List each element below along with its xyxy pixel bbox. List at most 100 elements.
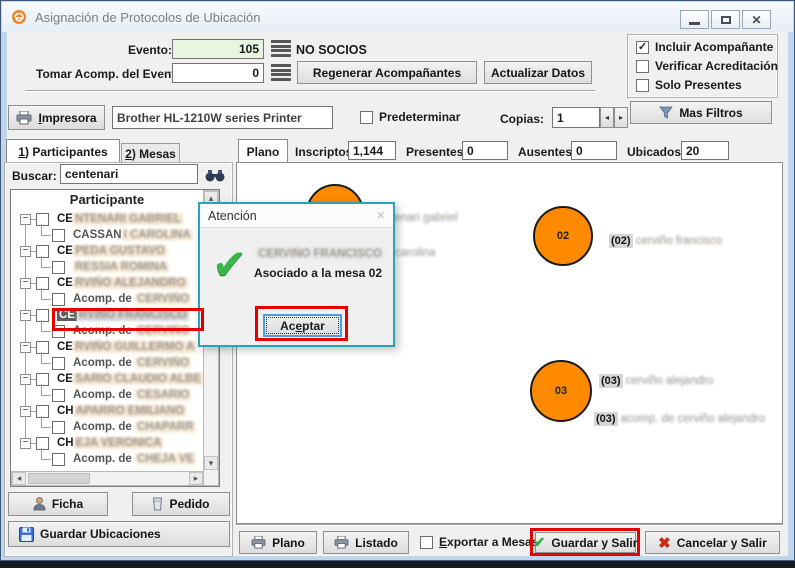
tree-collapse-icon[interactable]: − — [20, 438, 31, 449]
evento-menu-button[interactable] — [271, 39, 291, 58]
tree-row[interactable]: CASSANI CAROLINA — [11, 228, 203, 244]
scroll-left-icon[interactable]: ◂ — [12, 472, 26, 485]
tab-mesas-label: 2) Mesas — [125, 147, 176, 161]
tab-participantes[interactable]: 1) Participantes — [6, 139, 120, 163]
tree-row[interactable]: −CERVIÑO ALEJANDRO — [11, 276, 203, 292]
maximize-button[interactable] — [711, 10, 740, 29]
checkbox-icon[interactable] — [636, 79, 649, 92]
tree-row[interactable]: − CESARIO CLAUDIO ALBE — [11, 372, 203, 388]
bottom-separator — [236, 524, 783, 526]
checkbox-icon[interactable] — [636, 60, 649, 73]
printer-name-field[interactable]: Brother HL-1210W series Printer — [112, 106, 333, 129]
tree-collapse-icon[interactable]: − — [20, 374, 31, 385]
search-button[interactable] — [202, 166, 228, 184]
tree-row[interactable]: RESSIA ROMINA — [11, 260, 203, 276]
search-input[interactable]: centenari — [60, 164, 198, 184]
minimize-icon — [689, 22, 700, 25]
copias-field[interactable]: 1 — [552, 107, 600, 128]
participant-checkbox[interactable] — [52, 421, 65, 434]
scrollbar-thumb[interactable] — [28, 473, 90, 484]
tree-collapse-icon[interactable]: − — [20, 310, 31, 321]
dialog-title: Atención — [208, 209, 257, 223]
actualizar-datos-button[interactable]: Actualizar Datos — [484, 61, 592, 84]
impresora-button[interactable]: Impresora — [8, 105, 105, 130]
impresora-label: Impresora — [38, 111, 96, 125]
evento-field[interactable]: 105 — [172, 39, 264, 59]
checkbox-icon[interactable] — [420, 536, 433, 549]
regenerar-acompanantes-button[interactable]: Regenerar Acompañantes — [297, 61, 477, 84]
participant-checkbox[interactable] — [52, 357, 65, 370]
tab-mesas[interactable]: 2) Mesas — [121, 143, 180, 163]
copias-spin-down[interactable]: ◂ — [600, 107, 614, 128]
participant-checkbox[interactable] — [52, 453, 65, 466]
top-separator — [25, 90, 595, 92]
tree-collapse-icon[interactable]: − — [20, 406, 31, 417]
printer-icon — [16, 111, 32, 125]
ficha-button[interactable]: Ficha — [8, 492, 108, 516]
tree-row[interactable]: Acomp. de CHAPARR — [11, 420, 203, 436]
predeterminar-checkbox[interactable]: Predeterminar — [360, 110, 460, 124]
tree-row[interactable]: −CHAPARRO EMILIANO — [11, 404, 203, 420]
scroll-down-icon[interactable]: ▾ — [204, 456, 218, 470]
cancelar-y-salir-button[interactable]: ✖ Cancelar y Salir — [645, 531, 780, 554]
participant-checkbox[interactable] — [52, 389, 65, 402]
tree-collapse-icon[interactable]: − — [20, 246, 31, 257]
tree-branch-line — [41, 320, 51, 332]
tree-collapse-icon[interactable]: − — [20, 278, 31, 289]
imprimir-listado-label: Listado — [355, 536, 398, 550]
tree-branch-line — [41, 256, 51, 268]
incluir-acompanante-checkbox[interactable]: ✓ Incluir Acompañante — [636, 40, 773, 54]
person-icon — [33, 497, 46, 511]
tree-row[interactable]: Acomp. de CHEJA VE — [11, 452, 203, 468]
evento-label: Evento: — [128, 43, 172, 57]
scroll-right-icon[interactable]: ▸ — [189, 472, 203, 485]
verificar-acreditacion-checkbox[interactable]: Verificar Acreditación — [636, 59, 778, 73]
table-assignment-label: (03) acomp. de cerviño alejandro — [594, 413, 765, 425]
tree-collapse-icon[interactable]: − — [20, 342, 31, 353]
participant-name: CESARIO CLAUDIO ALBE — [57, 373, 203, 385]
dialog-close-icon[interactable]: × — [376, 207, 385, 224]
dialog-participant-name: CERVIÑO FRANCISCO — [254, 248, 386, 260]
tomar-menu-button[interactable] — [271, 63, 291, 82]
close-icon: ✕ — [751, 15, 761, 25]
tree-row[interactable]: Acomp. de CERVIÑO — [11, 292, 203, 308]
tab-plano[interactable]: Plano — [238, 139, 288, 163]
participants-tree: Participante −CENTENARI GABRIELCASSANI C… — [10, 189, 220, 487]
dialog-title-bar[interactable]: Atención — [200, 204, 393, 228]
tree-row[interactable]: Acomp. de CERVIÑO — [11, 356, 203, 372]
mas-filtros-button[interactable]: Mas Filtros — [630, 101, 772, 124]
checkbox-checked-icon[interactable]: ✓ — [636, 41, 649, 54]
solo-presentes-checkbox[interactable]: Solo Presentes — [636, 78, 742, 92]
annotation-box-guardar-y-salir — [530, 528, 640, 556]
title-bar[interactable]: Asignación de Protocolos de Ubicación — [2, 2, 793, 32]
annotation-box-selected-participant — [52, 308, 204, 331]
participant-name: CERVIÑO GUILLERMO A — [57, 341, 196, 353]
tomar-acomp-field[interactable]: 0 — [172, 63, 264, 83]
tree-row[interactable]: −CEPEDA GUSTAVO — [11, 244, 203, 260]
guardar-ubicaciones-button[interactable]: Guardar Ubicaciones — [8, 521, 230, 547]
tree-horizontal-scrollbar[interactable]: ◂ ▸ — [11, 471, 204, 486]
tree-row[interactable]: −CHEJA VERONICA — [11, 436, 203, 452]
checkbox-icon[interactable] — [360, 111, 373, 124]
participant-checkbox[interactable] — [52, 293, 65, 306]
tree-collapse-icon[interactable]: − — [20, 214, 31, 225]
imprimir-plano-button[interactable]: Plano — [239, 531, 317, 554]
floppy-disk-icon — [19, 527, 34, 542]
table-circle[interactable]: 03 — [530, 360, 592, 422]
participant-checkbox[interactable] — [52, 229, 65, 242]
imprimir-listado-button[interactable]: Listado — [323, 531, 409, 554]
mas-filtros-label: Mas Filtros — [679, 106, 742, 120]
tree-row[interactable]: − CERVIÑO GUILLERMO A — [11, 340, 203, 356]
copias-spin-up[interactable]: ▸ — [614, 107, 628, 128]
glass-icon — [152, 497, 163, 511]
minimize-button[interactable] — [680, 10, 709, 29]
pedido-button[interactable]: Pedido — [132, 492, 230, 516]
app-icon — [11, 9, 27, 25]
participant-checkbox[interactable] — [52, 261, 65, 274]
presentes-field: 0 — [462, 141, 508, 160]
close-button[interactable]: ✕ — [742, 10, 771, 29]
tree-branch-line — [41, 384, 51, 396]
tree-row[interactable]: Acomp. de CESARIO — [11, 388, 203, 404]
table-circle[interactable]: 02 — [533, 206, 593, 266]
tree-row[interactable]: −CENTENARI GABRIEL — [11, 212, 203, 228]
